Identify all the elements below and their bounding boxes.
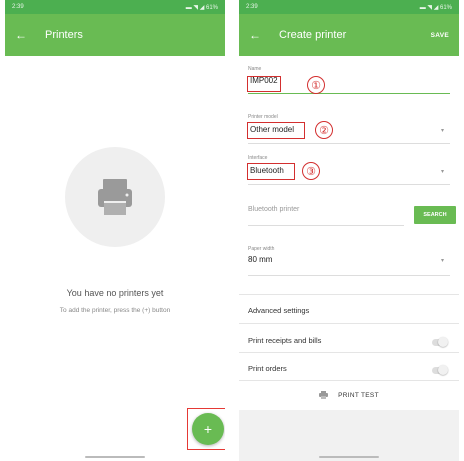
empty-state-title: You have no printers yet [66,288,164,298]
print-orders-toggle[interactable] [432,365,448,375]
add-printer-button[interactable]: + [192,413,224,445]
status-bar: 2:39 ▬ ◥ ◢ 61% [5,0,225,14]
printer-model-underline [248,143,450,144]
interface-underline [248,184,450,185]
toggle-knob [438,365,448,375]
printer-icon [319,391,329,399]
name-highlight-box [247,76,281,92]
back-arrow-icon[interactable]: ← [15,28,35,42]
page-title: Printers [45,29,83,41]
status-icons: ▬ ◥ ◢ 61% [185,4,218,11]
section-divider [239,294,459,295]
paper-width-value: 80 mm [248,255,273,264]
gesture-bar [85,456,145,458]
search-button[interactable]: SEARCH [414,206,456,224]
toggle-knob [438,337,448,347]
status-bar: 2:39 ▬ ◥ ◢ 61% [239,0,459,14]
printer-icon [98,179,132,215]
bluetooth-printer-field[interactable]: Bluetooth printer [248,206,404,226]
page-title: Create printer [279,29,347,41]
marker-2: ② [315,121,333,139]
printers-screen: 2:39 ▬ ◥ ◢ 61% ← Printers You have no pr… [5,0,225,461]
paper-width-underline [248,275,450,276]
row-divider [239,380,459,381]
printer-model-highlight-box [247,122,305,139]
advanced-settings-heading: Advanced settings [248,306,310,315]
status-icons: ▬ ◥ ◢ 61% [419,4,452,11]
bluetooth-printer-placeholder: Bluetooth printer [248,206,300,213]
section-divider [239,323,459,324]
empty-state-subtitle: To add the printer, press the (+) button [59,307,171,314]
status-time: 2:39 [246,4,258,10]
bottom-area [239,410,459,461]
marker-3: ③ [302,162,320,180]
printer-model-label: Printer model [248,114,278,120]
row-divider [239,352,459,353]
back-arrow-icon[interactable]: ← [249,28,269,42]
print-receipts-label: Print receipts and bills [248,336,322,345]
empty-state-illustration [65,147,165,247]
chevron-down-icon: ▾ [440,258,444,264]
app-bar: ← Create printer SAVE [239,14,459,56]
paper-width-label: Paper width [248,246,275,252]
print-test-button[interactable]: PRINT TEST [239,388,459,402]
print-receipts-toggle[interactable] [432,337,448,347]
print-test-label: PRINT TEST [338,391,379,399]
chevron-down-icon: ▾ [440,128,444,134]
bluetooth-printer-underline [248,225,404,226]
status-time: 2:39 [12,4,24,10]
gesture-bar [319,456,379,458]
name-label: Name [248,66,262,72]
name-underline [248,93,450,94]
interface-highlight-box [247,163,295,180]
app-bar: ← Printers [5,14,225,56]
interface-label: Interface [248,155,268,161]
paper-width-select[interactable]: Paper width 80 mm ▾ [248,246,450,276]
print-orders-label: Print orders [248,364,287,373]
chevron-down-icon: ▾ [440,169,444,175]
save-button[interactable]: SAVE [431,32,449,39]
marker-1: ① [307,76,325,94]
create-printer-screen: 2:39 ▬ ◥ ◢ 61% ← Create printer SAVE Nam… [239,0,459,461]
